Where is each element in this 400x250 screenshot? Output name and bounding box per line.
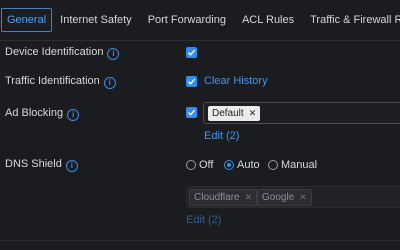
tab-general[interactable]: General	[1, 8, 53, 32]
tab-bar: General Internet Safety Port Forwarding …	[0, 0, 400, 41]
info-icon[interactable]: i	[103, 77, 116, 89]
setting-label: Device Identification i	[5, 42, 120, 62]
radio-icon	[268, 160, 278, 170]
divider	[0, 240, 400, 241]
close-icon: ✕	[244, 192, 253, 202]
tab-traffic-firewall-rules[interactable]: Traffic & Firewall Rules	[302, 0, 400, 40]
traffic-identification-checkbox[interactable]	[186, 76, 197, 87]
dns-shield-radio-manual[interactable]: Manual	[268, 158, 317, 172]
info-icon[interactable]: i	[65, 160, 78, 172]
tab-acl-rules[interactable]: ACL Rules	[234, 0, 302, 40]
info-icon[interactable]: i	[107, 48, 120, 60]
tab-internet-safety[interactable]: Internet Safety	[52, 0, 140, 40]
row-traffic-identification: Traffic Identification i Clear History	[0, 71, 400, 91]
server-chip-label: Google	[262, 192, 295, 203]
dns-server-select: Cloudflare ✕ Google ✕	[186, 186, 400, 208]
clear-history-link[interactable]: Clear History	[204, 74, 268, 88]
checkmark-icon	[188, 49, 196, 56]
close-icon[interactable]: ✕	[249, 108, 257, 118]
ad-blocking-list-select[interactable]: Default ✕	[203, 102, 400, 124]
radio-label: Off	[199, 159, 214, 171]
setting-label: Ad Blocking i	[5, 103, 80, 123]
traffic-identification-label: Traffic Identification	[5, 75, 100, 87]
setting-label: DNS Shield i	[5, 154, 78, 174]
dns-shield-label: DNS Shield	[5, 158, 62, 170]
dns-shield-radio-auto[interactable]: Auto	[224, 158, 260, 172]
setting-label: Traffic Identification i	[5, 71, 116, 91]
checkmark-icon	[188, 78, 196, 85]
server-chip: Cloudflare ✕	[189, 189, 258, 206]
row-device-identification: Device Identification i	[0, 42, 400, 62]
ad-blocking-edit-link[interactable]: Edit (2)	[204, 129, 239, 143]
device-identification-label: Device Identification	[5, 46, 104, 58]
dns-shield-radio-off[interactable]: Off	[186, 158, 213, 172]
close-icon: ✕	[299, 192, 307, 202]
dns-shield-edit-link: Edit (2)	[186, 214, 222, 226]
checkmark-icon	[188, 109, 196, 116]
radio-icon	[186, 160, 196, 170]
tag-chip-label: Default	[212, 108, 244, 119]
ad-blocking-label: Ad Blocking	[5, 107, 64, 119]
info-icon[interactable]: i	[67, 109, 80, 121]
radio-label: Manual	[281, 159, 318, 171]
tag-chip: Default ✕	[208, 106, 261, 121]
server-chip-label: Cloudflare	[194, 192, 240, 203]
radio-selected-icon	[224, 160, 234, 170]
tab-port-forwarding[interactable]: Port Forwarding	[140, 0, 234, 40]
server-chip: Google ✕	[257, 189, 312, 206]
device-identification-checkbox[interactable]	[186, 47, 197, 58]
radio-label: Auto	[237, 159, 260, 171]
ad-blocking-checkbox[interactable]	[186, 107, 197, 118]
